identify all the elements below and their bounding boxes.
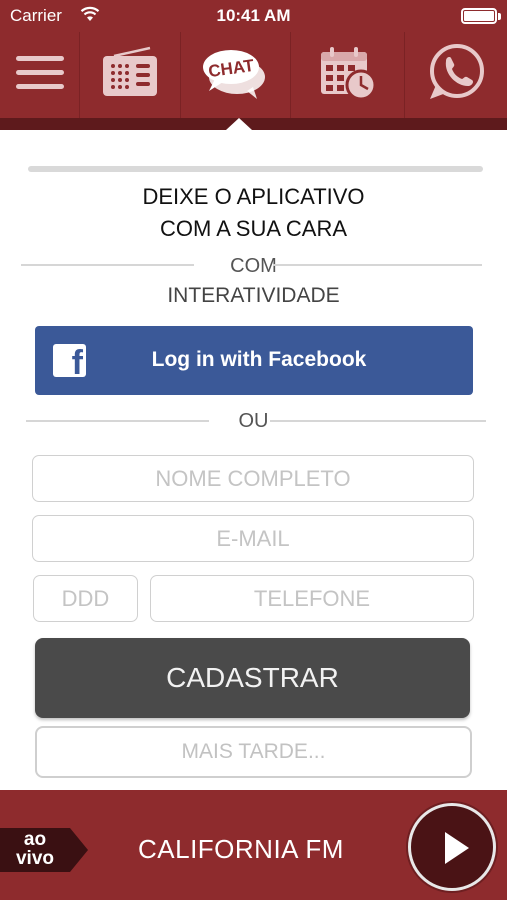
name-input[interactable] (32, 455, 474, 502)
divider-right (273, 264, 482, 266)
status-bar: Carrier 10:41 AM (0, 0, 507, 32)
later-button[interactable]: MAIS TARDE... (35, 726, 472, 778)
chat-icon: CHAT (201, 45, 271, 106)
player-bar: ao vivo CALIFORNIA FM (0, 790, 507, 900)
interactivity-label: INTERATIVIDADE (167, 284, 340, 307)
active-tab-pointer (226, 118, 252, 130)
nav-item-calendar[interactable] (291, 32, 405, 118)
top-divider (28, 166, 483, 172)
phone-input[interactable] (150, 575, 474, 622)
nav-item-whatsapp[interactable] (405, 32, 507, 118)
heading-line-2: COM A SUA CARA (159, 216, 348, 241)
play-button[interactable] (408, 803, 496, 891)
facebook-login-label: Log in with Facebook (151, 348, 367, 371)
or-divider-right (270, 420, 486, 422)
ddd-input[interactable] (33, 575, 138, 622)
with-label: COM (230, 255, 277, 277)
station-name: CALIFORNIA FM (138, 834, 344, 864)
calendar-icon (318, 45, 378, 106)
register-button[interactable]: CADASTRAR (35, 638, 470, 718)
top-navigation: CHAT (0, 32, 507, 118)
nav-shadow-strip (0, 118, 507, 130)
nav-item-radio[interactable] (80, 32, 181, 118)
live-badge: ao vivo (0, 828, 88, 872)
live-badge-line-2: vivo (15, 848, 55, 869)
battery-icon (461, 8, 501, 24)
clock: 10:41 AM (216, 6, 291, 25)
menu-icon (14, 53, 66, 98)
nav-item-chat[interactable]: CHAT (181, 32, 291, 118)
whatsapp-icon (426, 43, 486, 108)
radio-icon (100, 46, 160, 105)
facebook-login-button[interactable]: f Log in with Facebook (35, 326, 473, 395)
live-badge-line-1: ao (23, 829, 47, 850)
heading-line-1: DEIXE O APLICATIVO (142, 184, 365, 209)
play-icon (445, 832, 469, 864)
email-input[interactable] (32, 515, 474, 562)
facebook-icon: f (53, 344, 86, 377)
nav-item-menu[interactable] (0, 32, 80, 118)
